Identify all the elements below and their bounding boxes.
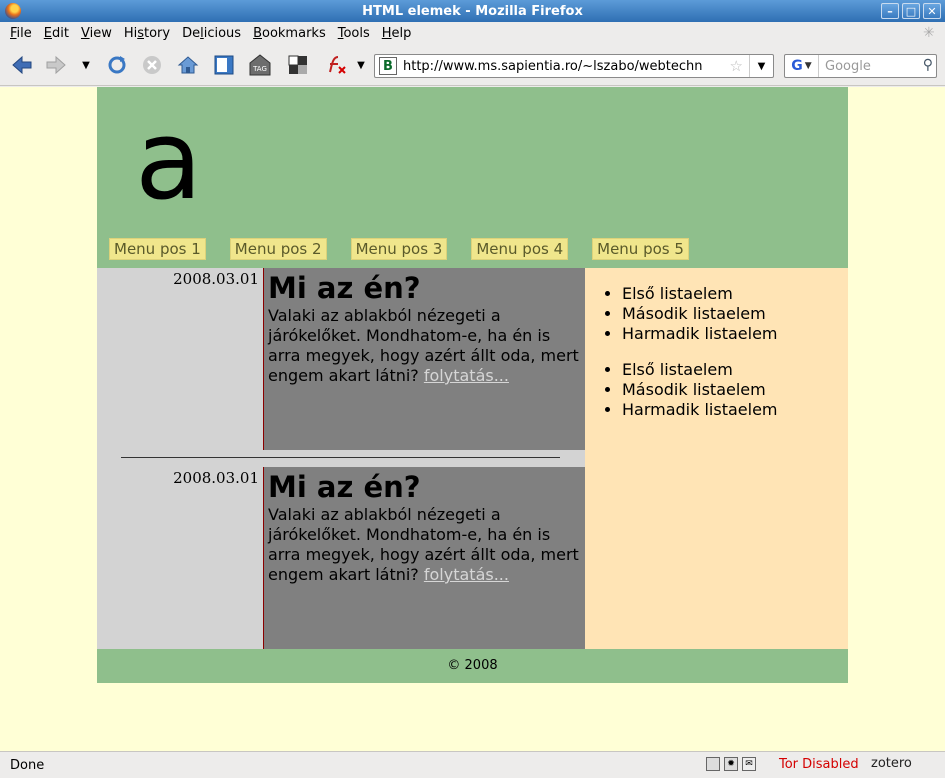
chevron-down-icon: ▼ — [357, 59, 365, 71]
stop-button[interactable] — [140, 53, 164, 77]
tag-button[interactable]: TAG — [248, 53, 272, 77]
mail-icon[interactable]: ✉ — [742, 757, 756, 771]
back-button[interactable] — [10, 53, 34, 77]
tag-icon: TAG — [249, 54, 271, 76]
status-bar: Done ✹ ✉ Tor Disabled zotero — [0, 751, 945, 778]
home-icon — [177, 56, 199, 74]
site-logo: a — [135, 96, 203, 224]
article-1: 2008.03.01 Mi az én? Valaki az ablakból … — [97, 268, 585, 450]
close-button[interactable]: ✕ — [923, 3, 941, 19]
tor-status[interactable]: Tor Disabled — [779, 757, 859, 772]
url-bar[interactable]: B http://www.ms.sapientia.ro/~lszabo/web… — [374, 54, 774, 78]
flash-blocker-button[interactable] — [324, 53, 348, 77]
menu-file[interactable]: File — [4, 26, 38, 41]
minimize-button[interactable]: – — [881, 3, 899, 19]
menu-pos-5[interactable]: Menu pos 5 — [592, 238, 689, 260]
stop-icon — [143, 56, 161, 74]
menu-history[interactable]: History — [118, 26, 176, 41]
article-date: 2008.03.01 — [173, 270, 259, 288]
firefox-icon — [5, 3, 21, 19]
forward-button[interactable] — [44, 53, 68, 77]
reload-icon — [108, 56, 126, 74]
site-favicon-icon: B — [379, 57, 397, 75]
article-title: Mi az én? — [268, 271, 421, 305]
menu-help[interactable]: Help — [376, 26, 418, 41]
flash-dropdown-button[interactable]: ▼ — [352, 53, 370, 77]
list-item: Harmadik listaelem — [622, 324, 848, 344]
menu-pos-1[interactable]: Menu pos 1 — [109, 238, 206, 260]
page-sidebar: Első listaelem Második listaelem Harmadi… — [585, 268, 848, 649]
delicious-icon — [288, 55, 307, 74]
search-engine-selector[interactable]: G ▼ — [785, 55, 819, 77]
read-more-link[interactable]: folytatás... — [424, 366, 509, 385]
svg-text:TAG: TAG — [252, 65, 267, 73]
list-item: Második listaelem — [622, 304, 848, 324]
chevron-down-icon: ▼ — [804, 61, 812, 71]
menu-view[interactable]: View — [75, 26, 118, 41]
page-header: a Menu pos 1 Menu pos 2 Menu pos 3 Menu … — [97, 87, 848, 268]
status-text: Done — [10, 757, 45, 773]
sidebar-list-2: Első listaelem Második listaelem Harmadi… — [585, 344, 848, 420]
menu-pos-3[interactable]: Menu pos 3 — [350, 238, 448, 260]
menu-pos-2[interactable]: Menu pos 2 — [229, 238, 327, 260]
settings-status-icon[interactable]: ✹ — [724, 757, 738, 771]
chevron-down-icon: ▼ — [757, 60, 766, 72]
article-text: Valaki az ablakból nézegeti a járókelőke… — [268, 505, 579, 584]
throbber-icon: ✳ — [923, 25, 935, 41]
home-button[interactable] — [176, 53, 200, 77]
window-title: HTML elemek - Mozilla Firefox — [362, 3, 583, 19]
delicious-button[interactable] — [286, 53, 310, 77]
article-body: Mi az én? Valaki az ablakból nézegeti a … — [263, 467, 585, 649]
delicious-bookmarks-button[interactable] — [212, 53, 236, 77]
article-body: Mi az én? Valaki az ablakból nézegeti a … — [263, 268, 585, 450]
search-icon[interactable]: ⚲ — [923, 57, 933, 73]
web-content: a Menu pos 1 Menu pos 2 Menu pos 3 Menu … — [0, 87, 945, 751]
list-item: Harmadik listaelem — [622, 400, 848, 420]
menu-bookmarks[interactable]: Bookmarks — [247, 26, 332, 41]
menu-delicious[interactable]: Delicious — [176, 26, 247, 41]
site-menu: Menu pos 1 Menu pos 2 Menu pos 3 Menu po… — [109, 238, 713, 260]
list-item: Első listaelem — [622, 284, 848, 304]
article-separator — [121, 457, 560, 458]
navigation-toolbar: ▼ TAG ▼ B http://www.ms.sapientia.ro/~ls… — [0, 44, 945, 86]
list-item: Első listaelem — [622, 360, 848, 380]
bookmarks-sidebar-icon — [214, 55, 234, 75]
menu-pos-4[interactable]: Menu pos 4 — [471, 238, 569, 260]
delicious-status-icon[interactable] — [706, 757, 720, 771]
menu-tools[interactable]: Tools — [332, 26, 376, 41]
article-text: Valaki az ablakból nézegeti a járókelőke… — [268, 306, 579, 385]
maximize-button[interactable]: □ — [902, 3, 920, 19]
window-titlebar: HTML elemek - Mozilla Firefox – □ ✕ — [0, 0, 945, 22]
article-2: 2008.03.01 Mi az én? Valaki az ablakból … — [97, 467, 585, 649]
search-input[interactable]: Google — [825, 59, 871, 74]
sidebar-list-1: Első listaelem Második listaelem Harmadi… — [585, 268, 848, 344]
history-dropdown-button[interactable]: ▼ — [76, 53, 96, 77]
google-icon: G — [791, 58, 803, 74]
flash-disabled-icon — [329, 56, 346, 74]
status-icons: ✹ ✉ — [706, 757, 756, 771]
url-input[interactable]: http://www.ms.sapientia.ro/~lszabo/webte… — [403, 59, 703, 74]
window-controls: – □ ✕ — [881, 3, 941, 19]
menu-edit[interactable]: Edit — [38, 26, 75, 41]
page-main: 2008.03.01 Mi az én? Valaki az ablakból … — [97, 268, 848, 649]
articles-column: 2008.03.01 Mi az én? Valaki az ablakból … — [97, 268, 585, 649]
article-date: 2008.03.01 — [173, 469, 259, 487]
page-footer: © 2008 — [97, 649, 848, 683]
back-arrow-icon — [12, 55, 32, 75]
page-container: a Menu pos 1 Menu pos 2 Menu pos 3 Menu … — [97, 87, 848, 683]
url-history-dropdown[interactable]: ▼ — [749, 55, 773, 77]
reload-button[interactable] — [105, 53, 129, 77]
forward-arrow-icon — [46, 55, 66, 75]
list-item: Második listaelem — [622, 380, 848, 400]
read-more-link[interactable]: folytatás... — [424, 565, 509, 584]
bookmark-star-icon[interactable]: ☆ — [730, 57, 743, 75]
chevron-down-icon: ▼ — [82, 59, 90, 71]
search-bar[interactable]: G ▼ Google ⚲ — [784, 54, 937, 78]
menubar: File Edit View History Delicious Bookmar… — [0, 22, 945, 44]
zotero-button[interactable]: zotero — [871, 756, 912, 771]
article-title: Mi az én? — [268, 470, 421, 504]
